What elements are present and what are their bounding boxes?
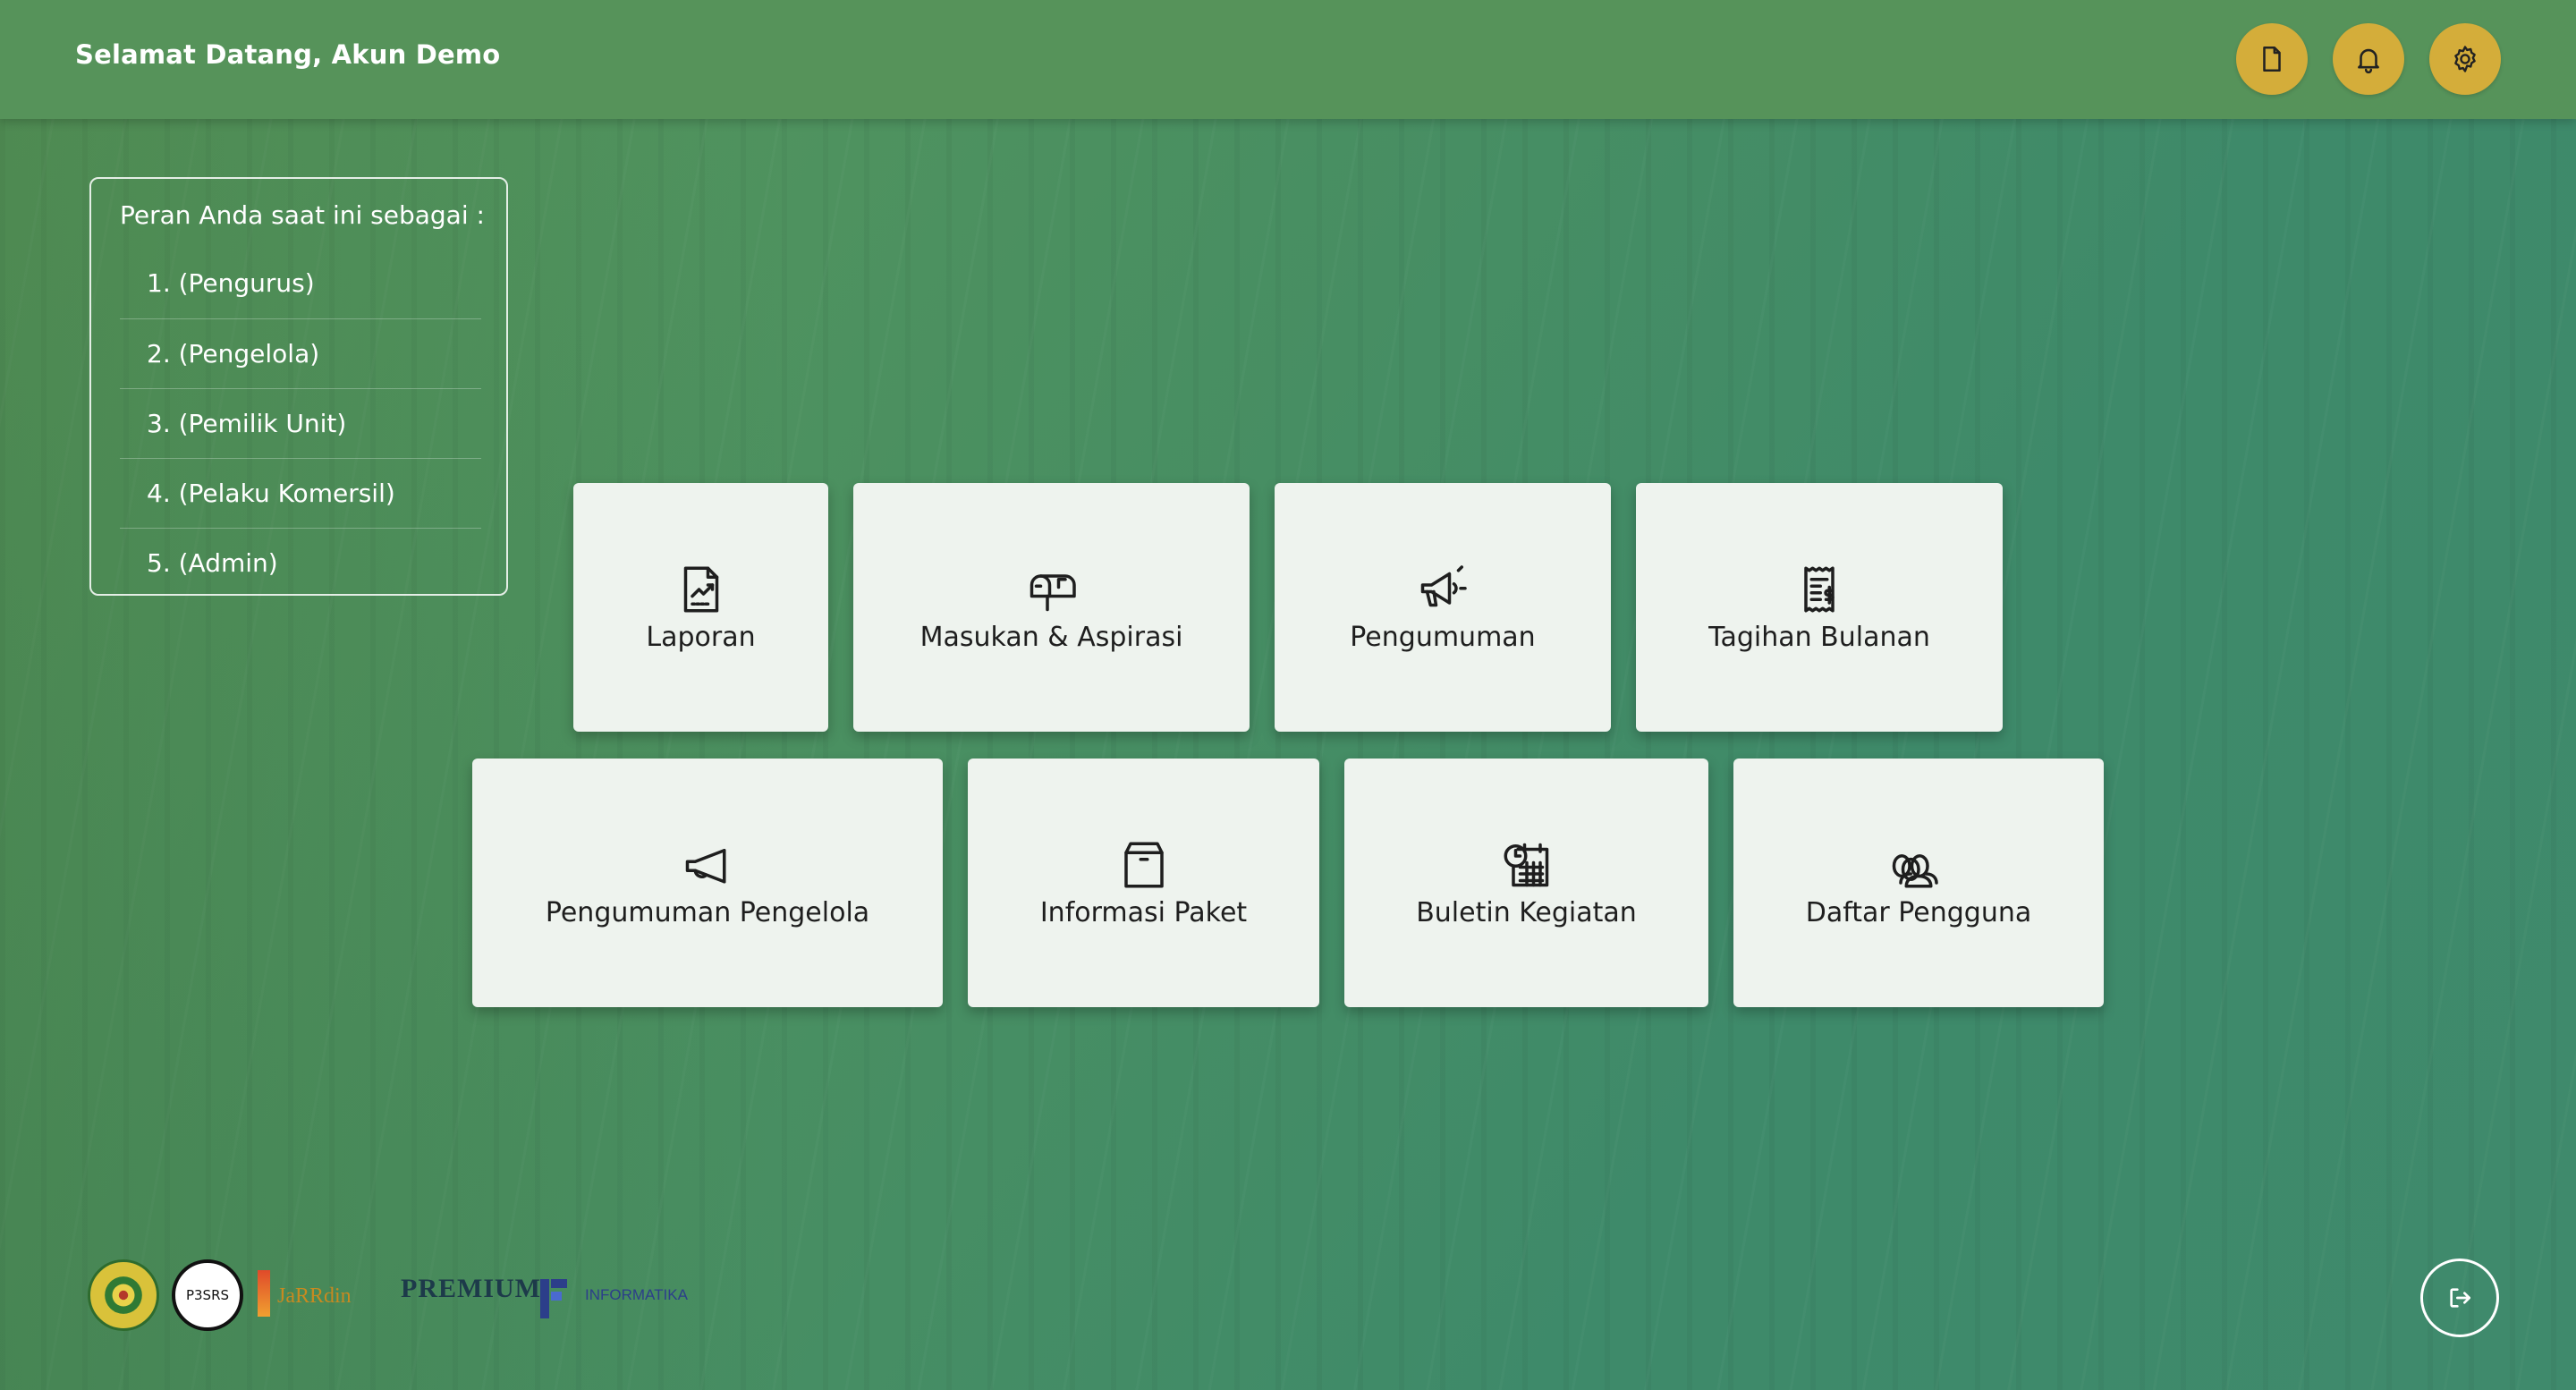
informatika-mark-icon bbox=[540, 1279, 567, 1318]
p3srs-logo-text: P3SRS bbox=[185, 1287, 230, 1303]
gear-icon bbox=[2454, 46, 2476, 72]
role-item: 1. (Pengurus) bbox=[147, 268, 315, 298]
menu-card-pengumuman[interactable]: Pengumuman bbox=[1275, 483, 1611, 732]
card-label: Buletin Kegiatan bbox=[1416, 896, 1637, 928]
premium-logo: PREMIUM bbox=[401, 1274, 541, 1303]
top-bar: Selamat Datang, Akun Demo bbox=[0, 0, 2576, 119]
card-label: Daftar Pengguna bbox=[1805, 896, 2032, 928]
university-emblem-icon bbox=[105, 1276, 142, 1314]
role-item: 5. (Admin) bbox=[120, 528, 481, 598]
menu-card-buletin-kegiatan[interactable]: Buletin Kegiatan bbox=[1344, 759, 1708, 1007]
card-label: Pengumuman Pengelola bbox=[545, 896, 870, 928]
university-logo bbox=[88, 1259, 159, 1331]
document-button[interactable] bbox=[2236, 23, 2308, 95]
menu-card-laporan[interactable]: Laporan bbox=[573, 483, 828, 732]
card-label: Pengumuman bbox=[1350, 621, 1536, 653]
mailbox-icon bbox=[1030, 573, 1076, 611]
role-panel-title: Peran Anda saat ini sebagai : bbox=[120, 200, 485, 230]
jarrdin-logo: JaRRdin bbox=[277, 1284, 352, 1308]
megaphone-outline-icon bbox=[685, 848, 726, 883]
jarrdin-figure-icon bbox=[258, 1270, 270, 1317]
menu-card-pengumuman-pengelola[interactable]: Pengumuman Pengelola bbox=[472, 759, 943, 1007]
megaphone-icon bbox=[1420, 564, 1467, 606]
notification-button[interactable] bbox=[2333, 23, 2404, 95]
role-panel: Peran Anda saat ini sebagai : 1. (Pengur… bbox=[89, 177, 508, 596]
report-icon bbox=[683, 566, 718, 612]
welcome-text: Selamat Datang, Akun Demo bbox=[75, 39, 501, 70]
menu-card-informasi-paket[interactable]: Informasi Paket bbox=[968, 759, 1319, 1007]
menu-card-tagihan-bulanan[interactable]: Tagihan Bulanan bbox=[1636, 483, 2003, 732]
card-label: Informasi Paket bbox=[1039, 896, 1248, 928]
menu-card-daftar-pengguna[interactable]: Daftar Pengguna bbox=[1733, 759, 2104, 1007]
receipt-icon bbox=[1804, 566, 1835, 612]
users-icon bbox=[1892, 853, 1938, 887]
menu-card-masukan-aspirasi[interactable]: Masukan & Aspirasi bbox=[853, 483, 1250, 732]
p3srs-logo: P3SRS bbox=[172, 1259, 243, 1331]
informatika-logo: INFORMATIKA bbox=[585, 1286, 688, 1303]
card-label: Tagihan Bulanan bbox=[1708, 621, 1930, 653]
role-item: 4. (Pelaku Komersil) bbox=[120, 458, 481, 528]
card-label: Masukan & Aspirasi bbox=[919, 621, 1183, 653]
logout-button[interactable] bbox=[2420, 1259, 2499, 1337]
role-item: 3. (Pemilik Unit) bbox=[120, 388, 481, 458]
card-label: Laporan bbox=[646, 621, 756, 653]
role-item: 2. (Pengelola) bbox=[120, 318, 481, 388]
bell-icon bbox=[2358, 48, 2379, 74]
calendar-clock-icon bbox=[1504, 843, 1548, 886]
package-icon bbox=[1123, 842, 1164, 887]
settings-button[interactable] bbox=[2429, 23, 2501, 95]
document-icon bbox=[2263, 46, 2281, 72]
logout-icon bbox=[2450, 1288, 2470, 1308]
